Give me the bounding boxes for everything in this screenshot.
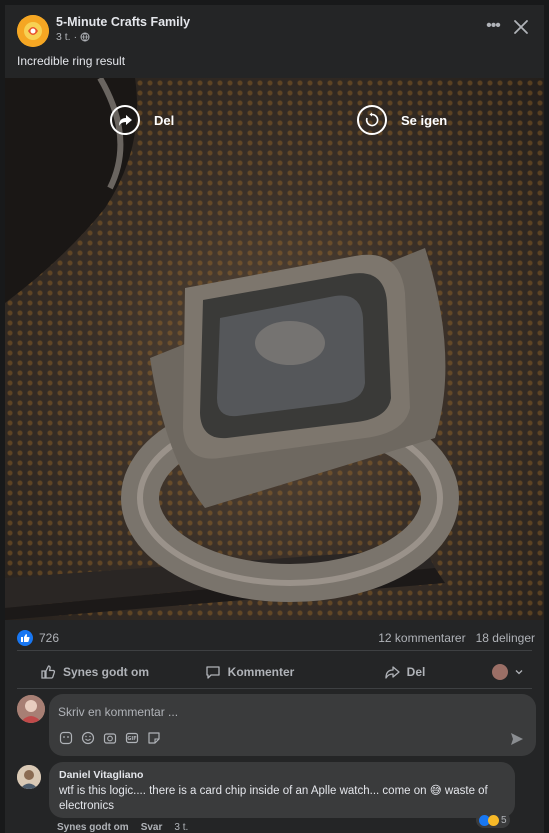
- comment-reaction-count: 5: [501, 814, 507, 826]
- comment-label: Kommenter: [227, 665, 295, 679]
- comment-button[interactable]: Kommenter: [172, 657, 327, 687]
- share-label: Del: [406, 665, 426, 679]
- sticker-icon[interactable]: [147, 731, 161, 745]
- comment-input-placeholder[interactable]: Skriv en kommentar ...: [58, 705, 178, 719]
- comment-time[interactable]: 3 t.: [174, 822, 188, 833]
- composer-tools: GIF: [59, 731, 161, 745]
- post-meta: 3 t. ·: [56, 31, 90, 43]
- commenter-avatar[interactable]: [17, 765, 41, 789]
- video-replay-label: Se igen: [401, 112, 448, 128]
- camera-icon[interactable]: [103, 731, 117, 745]
- video-share-label: Del: [154, 112, 175, 128]
- share-circle-icon: [110, 105, 140, 135]
- comment-text: wtf is this logic.... there is a card ch…: [59, 785, 488, 812]
- post-time[interactable]: 3 t.: [56, 31, 71, 43]
- share-button[interactable]: Del: [327, 657, 482, 687]
- like-button[interactable]: Synes godt om: [17, 657, 172, 687]
- reaction-count: 726: [39, 631, 60, 645]
- video-replay-button[interactable]: Se igen: [357, 105, 447, 135]
- post-stats: 12 kommentarer 18 delinger: [378, 631, 535, 645]
- replay-icon: [357, 105, 387, 135]
- divider: [17, 688, 532, 689]
- globe-icon: [80, 32, 90, 42]
- comment-icon: [206, 666, 220, 679]
- comment-bubble: Daniel Vitagliano wtf is this logic.... …: [49, 762, 515, 818]
- emoji-icon[interactable]: [81, 731, 95, 745]
- laugh-reaction-icon: [488, 814, 499, 826]
- video-frame: [5, 78, 459, 620]
- close-icon[interactable]: [511, 17, 531, 37]
- share-icon: [385, 666, 400, 679]
- comment-count[interactable]: 12 kommentarer: [378, 631, 465, 645]
- action-bar: Synes godt om Kommenter Del: [17, 657, 532, 687]
- svg-text:GIF: GIF: [127, 736, 136, 742]
- comment-actions: Synes godt om Svar 3 t.: [57, 822, 188, 833]
- comment-reactions[interactable]: 5: [476, 812, 510, 828]
- post-caption: Incredible ring result: [17, 54, 126, 68]
- avatar-sticker-icon[interactable]: [59, 731, 73, 745]
- post-header: 5-Minute Crafts Family 3 t. · •••: [5, 5, 544, 53]
- profile-mini-avatar: [491, 664, 508, 680]
- comment-composer[interactable]: Skriv en kommentar ... GIF: [49, 694, 536, 756]
- post-card: 5-Minute Crafts Family 3 t. · ••• Incred…: [5, 5, 544, 833]
- comment-like-link[interactable]: Synes godt om: [57, 822, 129, 833]
- video-share-button[interactable]: Del: [110, 105, 174, 135]
- page-name[interactable]: 5-Minute Crafts Family: [56, 15, 190, 29]
- gif-icon[interactable]: GIF: [125, 731, 139, 745]
- more-options-icon[interactable]: •••: [483, 18, 503, 39]
- reaction-summary[interactable]: 726: [17, 630, 59, 646]
- like-label: Synes godt om: [62, 665, 149, 679]
- share-count[interactable]: 18 delinger: [476, 631, 535, 645]
- chevron-down-icon: [515, 670, 522, 675]
- divider: [17, 650, 532, 651]
- reaction-profile-selector[interactable]: [482, 657, 532, 687]
- comment-author[interactable]: Daniel Vitagliano: [59, 769, 505, 781]
- page-avatar[interactable]: [17, 15, 49, 47]
- like-reaction-icon: [17, 630, 33, 646]
- comment-reply-link[interactable]: Svar: [141, 822, 163, 833]
- send-icon[interactable]: [510, 732, 524, 746]
- video-player[interactable]: Del Se igen: [5, 78, 544, 620]
- user-avatar[interactable]: [17, 695, 45, 723]
- thumbs-up-icon: [41, 665, 56, 679]
